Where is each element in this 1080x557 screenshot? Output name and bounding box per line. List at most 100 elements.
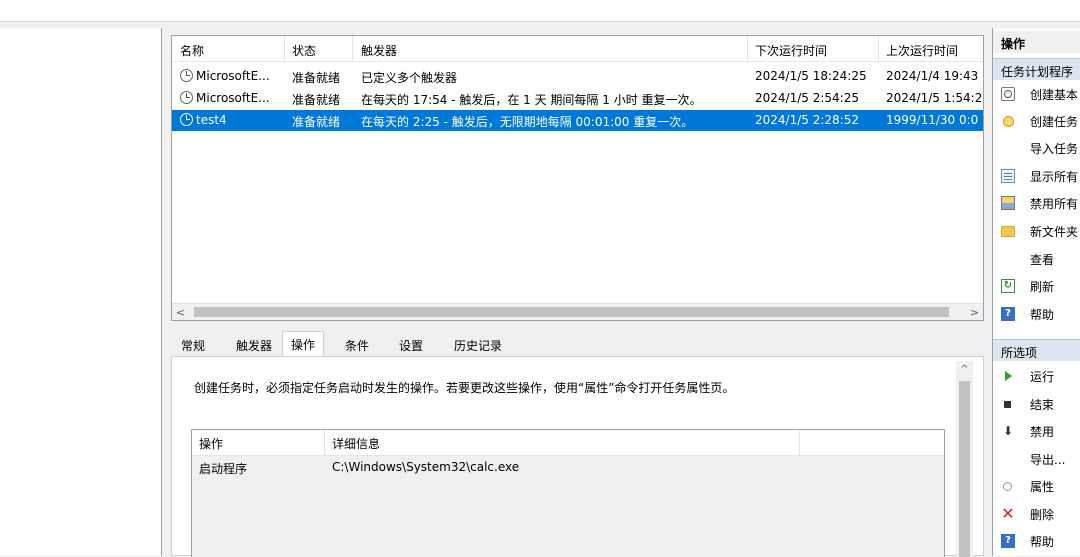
detail-panel: 创建任务时，必须指定任务启动时发生的操作。若要更改这些操作，使用“属性”命令打开… [171, 356, 984, 557]
vertical-scrollbar[interactable]: ^ [956, 361, 973, 557]
action-view[interactable]: 查看 [993, 247, 1080, 271]
action-label: 运行 [1030, 370, 1055, 384]
action-end[interactable]: 结束 [993, 392, 1080, 416]
task-clock-icon [180, 113, 193, 126]
column-header-details[interactable]: 详细信息 [332, 435, 380, 452]
action-label: 禁用 [1030, 425, 1055, 439]
horizontal-scrollbar[interactable]: < > [172, 303, 983, 320]
task-status-cell: 准备就绪 [292, 93, 341, 107]
tab-general[interactable]: 常规 [173, 334, 213, 356]
actions-pane: 操作 任务计划程序 创建基本 创建任务 导入任务 显示所有 禁用所有 新文件夹 … [992, 28, 1080, 556]
column-divider[interactable] [352, 36, 353, 62]
action-row[interactable]: 启动程序 C:\Windows\System32\calc.exe [192, 456, 944, 478]
help-icon: ? [1001, 307, 1015, 321]
action-label: 创建基本 [1030, 88, 1079, 102]
tab-conditions[interactable]: 条件 [337, 334, 377, 356]
action-label: 导入任务 [1030, 142, 1079, 156]
clock-icon [1003, 116, 1014, 127]
tab-history[interactable]: 历史记录 [446, 334, 510, 356]
actions-list[interactable]: 操作 详细信息 启动程序 C:\Windows\System32\calc.ex… [191, 429, 945, 557]
section-header-selected-item[interactable]: 所选项 [993, 339, 1080, 361]
task-trigger-cell: 已定义多个触发器 [361, 71, 458, 85]
action-properties[interactable]: 属性 [993, 474, 1080, 498]
action-label: 查看 [1030, 253, 1055, 267]
task-row-selected[interactable]: test4 准备就绪 在每天的 2:25 - 触发后，无限期地每隔 00:01:… [172, 110, 983, 131]
action-label: 帮助 [1030, 308, 1055, 322]
task-last-run-cell: 2024/1/5 1:54:2 [886, 91, 983, 105]
action-label: 属性 [1030, 480, 1055, 494]
list-icon [1001, 169, 1015, 183]
action-show-all-running[interactable]: 显示所有 [993, 164, 1080, 188]
task-list-header: 名称 状态 触发器 下次运行时间 上次运行时间 [172, 36, 983, 62]
run-icon [1005, 371, 1012, 381]
pane-splitter[interactable] [163, 28, 171, 556]
column-divider[interactable] [799, 430, 800, 456]
task-next-run-cell: 2024/1/5 18:24:25 [755, 69, 867, 83]
task-last-run-cell: 1999/11/30 0:0 [886, 113, 979, 127]
top-strip [0, 0, 1080, 22]
task-next-run-cell: 2024/1/5 2:28:52 [755, 113, 859, 127]
end-icon [1004, 401, 1011, 408]
disable-all-icon [1001, 196, 1015, 210]
tab-triggers[interactable]: 触发器 [228, 334, 280, 356]
scrollbar-thumb[interactable] [959, 381, 970, 557]
action-export[interactable]: 导出... [993, 447, 1080, 471]
action-disable[interactable]: ⬇ 禁用 [993, 419, 1080, 443]
refresh-icon: ↻ [1001, 279, 1015, 293]
task-row[interactable]: MicrosoftE... 准备就绪 在每天的 17:54 - 触发后，在 1 … [172, 88, 983, 109]
column-divider[interactable] [878, 36, 879, 62]
delete-icon: ✕ [1001, 504, 1015, 523]
tab-actions[interactable]: 操作 [282, 331, 325, 357]
scroll-up-arrow[interactable]: ^ [956, 361, 973, 378]
column-header-name[interactable]: 名称 [180, 42, 204, 59]
scroll-left-arrow[interactable]: < [172, 305, 189, 320]
task-clock-icon [180, 91, 193, 104]
action-new-folder[interactable]: 新文件夹 [993, 219, 1080, 243]
action-label: 删除 [1030, 508, 1055, 522]
scroll-right-arrow[interactable]: > [966, 305, 983, 320]
action-refresh[interactable]: ↻ 刷新 [993, 274, 1080, 298]
action-delete[interactable]: ✕ 删除 [993, 502, 1080, 526]
action-create-basic-task[interactable]: 创建基本 [993, 82, 1080, 106]
task-list[interactable]: 名称 状态 触发器 下次运行时间 上次运行时间 MicrosoftE... 准备… [171, 35, 984, 321]
action-label: 帮助 [1030, 535, 1055, 549]
action-create-task[interactable]: 创建任务 [993, 109, 1080, 133]
column-divider[interactable] [284, 36, 285, 62]
actions-description: 创建任务时，必须指定任务启动时发生的操作。若要更改这些操作，使用“属性”命令打开… [194, 381, 735, 395]
action-disable-all-history[interactable]: 禁用所有 [993, 191, 1080, 215]
task-status-cell: 准备就绪 [292, 115, 341, 129]
action-type-cell: 启动程序 [199, 462, 248, 476]
action-label: 显示所有 [1030, 170, 1079, 184]
column-header-last-run[interactable]: 上次运行时间 [886, 42, 958, 59]
action-label: 创建任务 [1030, 115, 1079, 129]
column-divider[interactable] [747, 36, 748, 62]
task-row[interactable]: MicrosoftE... 准备就绪 已定义多个触发器 2024/1/5 18:… [172, 66, 983, 87]
help-icon: ? [1001, 534, 1015, 548]
column-header-action[interactable]: 操作 [199, 435, 223, 452]
task-trigger-cell: 在每天的 17:54 - 触发后，在 1 天 期间每隔 1 小时 重复一次。 [361, 93, 702, 107]
scrollbar-thumb[interactable] [194, 307, 949, 317]
action-help-selected[interactable]: ? 帮助 [993, 529, 1080, 553]
tab-settings[interactable]: 设置 [391, 334, 431, 356]
column-header-trigger[interactable]: 触发器 [361, 42, 397, 59]
task-next-run-cell: 2024/1/5 2:54:25 [755, 91, 859, 105]
disable-icon: ⬇ [1002, 424, 1014, 438]
action-label: 禁用所有 [1030, 197, 1079, 211]
action-run[interactable]: 运行 [993, 364, 1080, 388]
action-label: 结束 [1030, 398, 1055, 412]
actions-list-header: 操作 详细信息 [192, 430, 944, 456]
column-divider[interactable] [324, 430, 325, 456]
section-header-task-scheduler[interactable]: 任务计划程序 [993, 58, 1080, 80]
action-help[interactable]: ? 帮助 [993, 302, 1080, 326]
task-name-cell: MicrosoftE... [180, 91, 284, 105]
column-header-next-run[interactable]: 下次运行时间 [755, 42, 827, 59]
task-status-cell: 准备就绪 [292, 71, 341, 85]
action-import-task[interactable]: 导入任务 [993, 136, 1080, 160]
properties-icon [1003, 482, 1012, 491]
action-label: 导出... [1030, 453, 1066, 467]
calendar-icon [1001, 87, 1015, 101]
task-name-cell: test4 [180, 113, 284, 127]
folder-icon [1001, 226, 1015, 237]
column-header-status[interactable]: 状态 [292, 42, 316, 59]
folder-tree-pane[interactable] [0, 28, 162, 556]
